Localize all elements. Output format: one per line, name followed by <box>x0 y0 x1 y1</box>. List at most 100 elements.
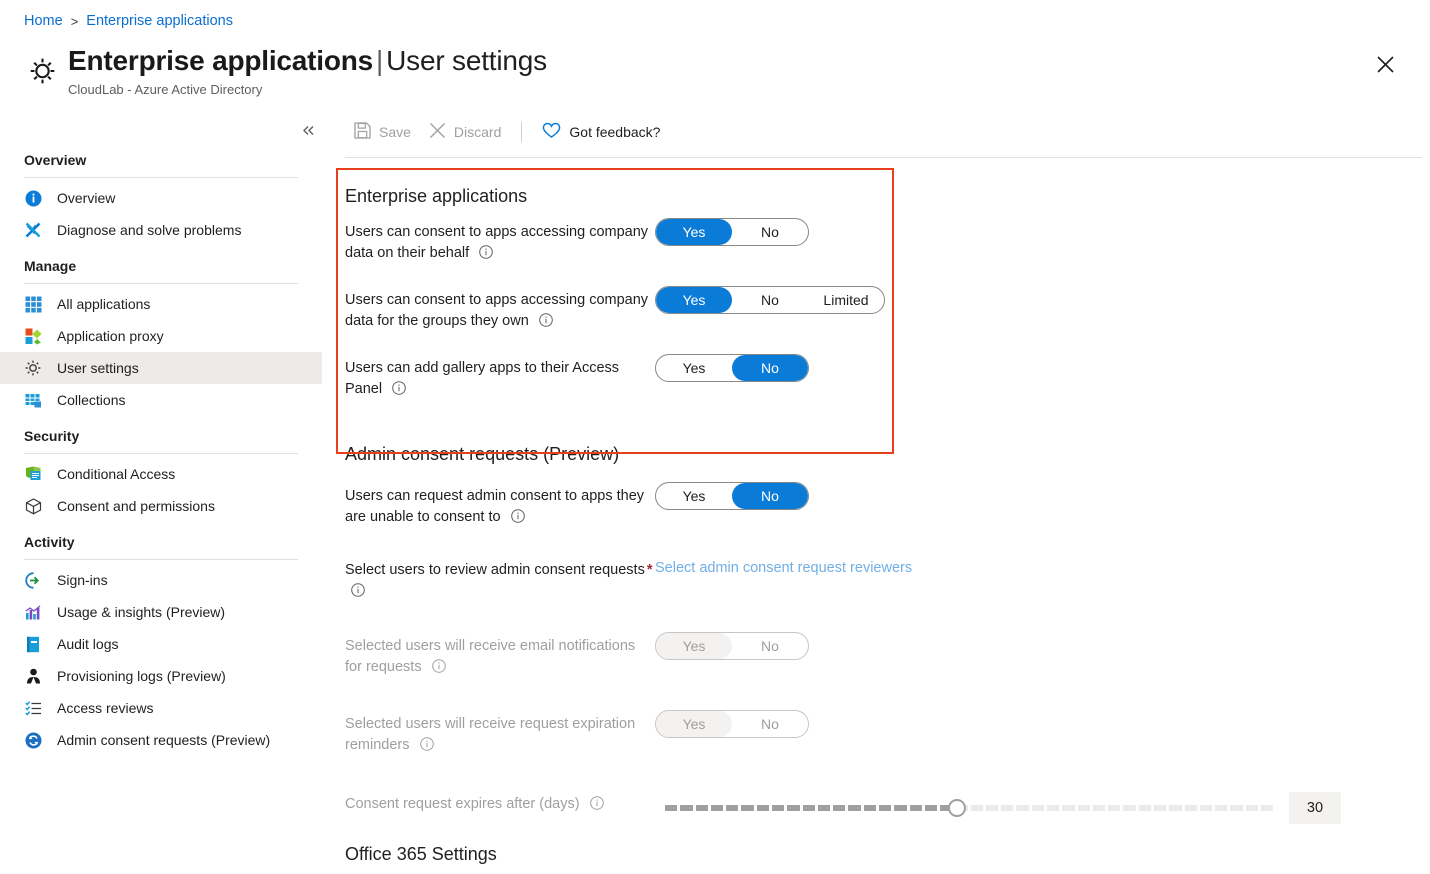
slider-tick <box>695 805 708 811</box>
request-admin-consent-toggle[interactable]: Yes No <box>655 482 809 510</box>
info-icon[interactable] <box>392 381 406 402</box>
sidebar-item-sign-ins[interactable]: Sign-ins <box>0 564 322 596</box>
chevron-double-left-icon <box>302 125 313 135</box>
slider-tick <box>726 805 739 811</box>
setting-label-text: Consent request expires after (days) <box>345 796 580 812</box>
slider-tick <box>1031 805 1045 811</box>
consent-expiry-slider[interactable] <box>665 795 1274 821</box>
sidebar-item-label: Sign-ins <box>57 572 108 588</box>
sidebar-item-provisioning-logs[interactable]: Provisioning logs (Preview) <box>0 660 322 692</box>
slider-tick <box>1154 805 1167 811</box>
sidebar-item-label: Provisioning logs (Preview) <box>57 668 226 684</box>
info-icon[interactable] <box>419 737 434 758</box>
slider-tick <box>802 805 815 811</box>
sidebar-item-consent-and-permissions[interactable]: Consent and permissions <box>0 490 322 522</box>
page-subtitle: CloudLab - Azure Active Directory <box>68 82 263 97</box>
nav-group-title-activity: Activity <box>24 534 75 550</box>
save-label: Save <box>379 124 411 140</box>
sidebar-item-overview[interactable]: Overview <box>0 182 322 214</box>
sidebar-item-label: Application proxy <box>57 328 164 344</box>
slider-tick <box>924 805 938 811</box>
got-feedback-button[interactable]: Got feedback? <box>533 116 669 148</box>
slider-tick <box>756 805 769 811</box>
info-icon[interactable] <box>539 313 553 334</box>
save-button[interactable]: Save <box>345 116 420 148</box>
sign-in-arrow-icon <box>24 571 42 589</box>
email-notifications-toggle: Yes No <box>655 632 809 660</box>
sidebar-item-diagnose-and-solve-problems[interactable]: Diagnose and solve problems <box>0 214 322 246</box>
sidebar-item-label: Diagnose and solve problems <box>57 222 242 238</box>
slider-track[interactable] <box>665 805 1274 811</box>
sidebar-item-access-reviews[interactable]: Access reviews <box>0 692 322 724</box>
sidebar-item-collections[interactable]: Collections <box>0 384 322 416</box>
toggle-option-yes[interactable]: Yes <box>656 483 732 509</box>
setting-row: Consent request expires after (days) 30 <box>345 790 1430 824</box>
setting-label: Users can add gallery apps to their Acce… <box>345 354 655 402</box>
breadcrumb-item-home[interactable]: Home <box>24 13 63 29</box>
save-disk-icon <box>354 122 371 142</box>
toggle-option-yes[interactable]: Yes <box>656 219 732 245</box>
toggle-option-no[interactable]: No <box>732 219 808 245</box>
select-admin-consent-reviewers-link[interactable]: Select admin consent request reviewers <box>655 556 912 576</box>
got-feedback-label: Got feedback? <box>569 124 661 140</box>
toggle-option-no[interactable]: No <box>732 355 808 381</box>
setting-row: Users can consent to apps accessing comp… <box>345 218 1430 266</box>
sidebar-item-application-proxy[interactable]: Application proxy <box>0 320 322 352</box>
sidebar-item-usage-and-insights[interactable]: Usage & insights (Preview) <box>0 596 322 628</box>
sidebar-item-label: Admin consent requests (Preview) <box>57 732 271 748</box>
setting-label: Consent request expires after (days) <box>345 790 665 817</box>
heart-icon <box>542 122 561 142</box>
sidebar: Overview Overview Diagnose and solve pro… <box>0 125 322 874</box>
consent-groups-toggle[interactable]: Yes No Limited <box>655 286 885 314</box>
expiration-reminders-toggle: Yes No <box>655 710 809 738</box>
slider-tick <box>680 805 693 811</box>
consent-behalf-toggle[interactable]: Yes No <box>655 218 809 246</box>
person-icon <box>24 667 42 685</box>
collapse-sidebar-button[interactable] <box>296 118 320 142</box>
info-icon[interactable] <box>351 583 365 604</box>
toggle-option-yes: Yes <box>656 633 732 659</box>
slider-tick <box>1108 805 1121 811</box>
wrench-icon <box>24 221 42 239</box>
info-icon[interactable] <box>510 509 525 530</box>
close-button[interactable] <box>1369 48 1401 80</box>
slider-thumb[interactable] <box>947 799 966 817</box>
slider-tick <box>741 805 754 811</box>
info-icon[interactable] <box>589 796 604 817</box>
toggle-option-limited[interactable]: Limited <box>808 287 884 313</box>
slider-tick <box>1001 805 1014 811</box>
slider-tick <box>878 805 892 811</box>
gear-icon <box>22 50 62 90</box>
toggle-option-no[interactable]: No <box>732 287 808 313</box>
sidebar-item-all-applications[interactable]: All applications <box>0 288 322 320</box>
setting-row: Selected users will receive request expi… <box>345 710 1430 758</box>
sidebar-item-label: Overview <box>57 190 116 206</box>
slider-tick <box>1169 805 1182 811</box>
toggle-option-no: No <box>761 716 779 732</box>
info-icon[interactable] <box>479 245 493 266</box>
slider-tick <box>894 805 907 811</box>
breadcrumb-item-enterprise-applications[interactable]: Enterprise applications <box>86 13 233 29</box>
sidebar-item-user-settings[interactable]: User settings <box>0 352 322 384</box>
toggle-option-yes[interactable]: Yes <box>656 355 732 381</box>
slider-tick <box>771 805 785 811</box>
slider-tick <box>817 805 831 811</box>
sidebar-item-conditional-access[interactable]: Conditional Access <box>0 458 322 490</box>
setting-row: Users can consent to apps accessing comp… <box>345 286 1430 334</box>
sidebar-item-audit-logs[interactable]: Audit logs <box>0 628 322 660</box>
setting-label: Users can consent to apps accessing comp… <box>345 218 655 266</box>
setting-row: Select users to review admin consent req… <box>345 556 1430 604</box>
grid-apps-icon <box>24 295 42 313</box>
slider-value: 30 <box>1289 792 1341 824</box>
close-icon <box>1376 55 1394 73</box>
sidebar-item-label: Access reviews <box>57 700 154 716</box>
toggle-option-yes[interactable]: Yes <box>656 287 732 313</box>
gallery-apps-toggle[interactable]: Yes No <box>655 354 809 382</box>
info-icon[interactable] <box>431 659 446 680</box>
slider-tick <box>909 805 922 811</box>
setting-label-text: Users can consent to apps accessing comp… <box>345 224 649 261</box>
info-circle-icon <box>24 189 42 207</box>
discard-button[interactable]: Discard <box>420 116 510 148</box>
sidebar-item-admin-consent-requests[interactable]: Admin consent requests (Preview) <box>0 724 322 756</box>
toggle-option-no[interactable]: No <box>732 483 808 509</box>
